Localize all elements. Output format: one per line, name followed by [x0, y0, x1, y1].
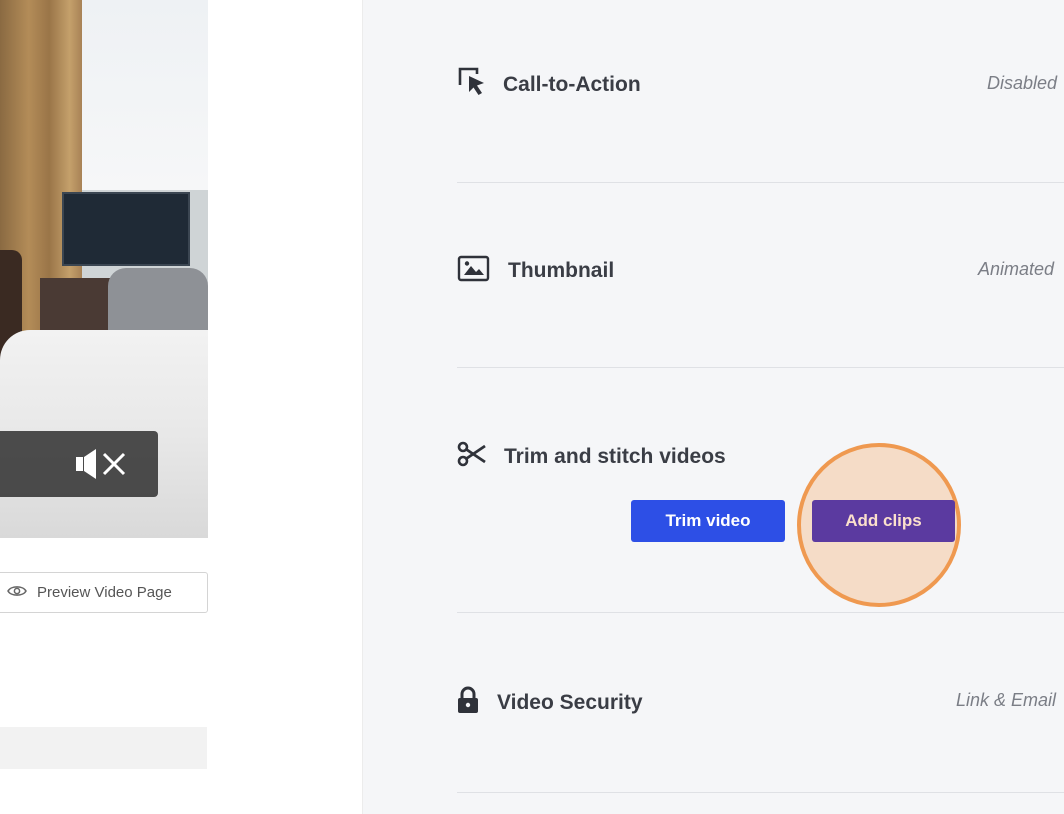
cta-title: Call-to-Action	[503, 72, 641, 96]
security-title: Video Security	[497, 690, 643, 714]
security-row[interactable]: Video Security	[457, 686, 643, 719]
settings-panel: Call-to-Action Disabled Thumbnail Animat…	[362, 0, 1064, 814]
gray-placeholder-bar	[0, 727, 207, 769]
video-scene-tv	[62, 192, 190, 266]
preview-video-page-button[interactable]: Preview Video Page	[0, 572, 208, 613]
trim-video-button[interactable]: Trim video	[631, 500, 785, 542]
speaker-muted-icon	[74, 446, 130, 482]
divider	[457, 367, 1064, 368]
thumbnail-row[interactable]: Thumbnail	[457, 255, 614, 287]
trim-row[interactable]: Trim and stitch videos	[457, 441, 726, 472]
security-status: Link & Email	[956, 690, 1057, 710]
lock-icon	[457, 686, 479, 719]
thumbnail-title: Thumbnail	[508, 259, 615, 282]
scissors-icon	[457, 441, 487, 472]
video-player[interactable]	[0, 0, 208, 538]
video-scene-window	[82, 0, 208, 190]
cta-row[interactable]: Call-to-Action	[457, 66, 641, 103]
thumbnail-status: Animated	[978, 259, 1055, 279]
image-icon	[457, 255, 490, 287]
add-clips-button[interactable]: Add clips	[812, 500, 955, 542]
cta-status: Disabled	[987, 73, 1058, 93]
left-panel: Preview Video Page	[0, 0, 362, 814]
preview-video-page-label: Preview Video Page	[37, 584, 172, 601]
trim-title: Trim and stitch videos	[504, 444, 726, 468]
mute-button[interactable]	[0, 431, 158, 497]
divider	[457, 792, 1064, 793]
divider	[457, 612, 1064, 613]
eye-icon	[7, 584, 27, 602]
divider	[457, 182, 1064, 183]
cursor-select-icon	[457, 66, 487, 103]
